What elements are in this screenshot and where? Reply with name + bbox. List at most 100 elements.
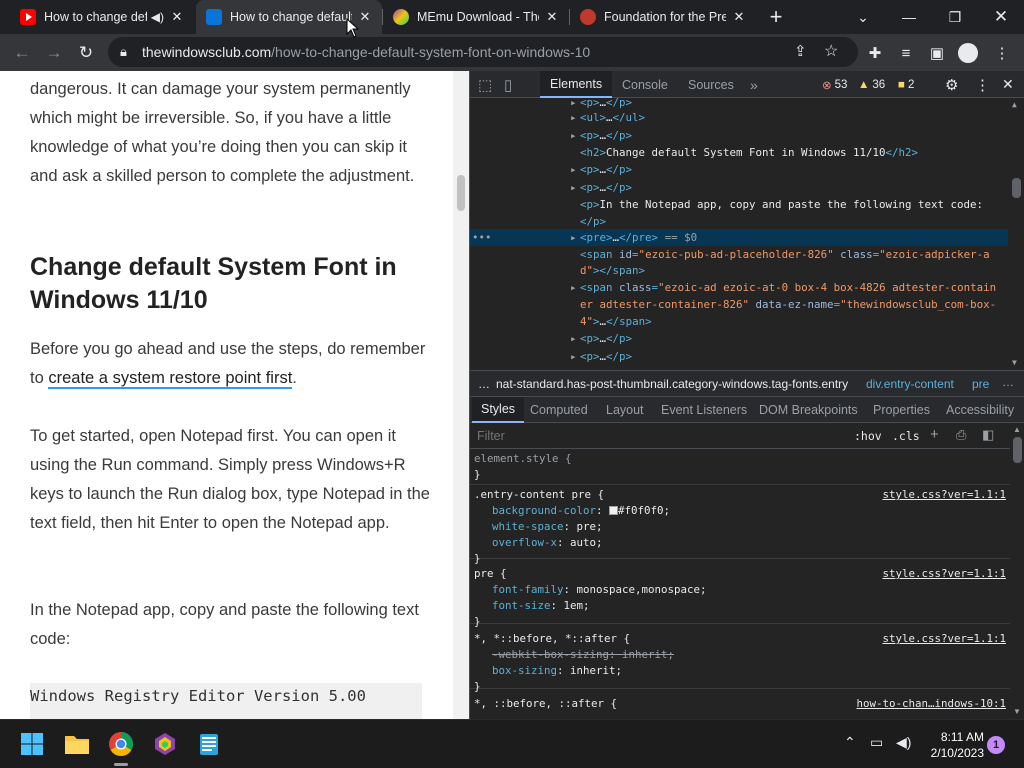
expand-triangle-icon[interactable]: ▸ [570, 109, 580, 126]
url-text[interactable]: thewindowsclub.com/how-to-change-default… [142, 44, 590, 60]
expand-triangle-icon[interactable]: ▸ [570, 348, 580, 365]
scroll-thumb[interactable] [1012, 178, 1021, 198]
dom-node[interactable]: ▸ <p>…</p> [570, 127, 632, 144]
volume-icon[interactable]: ◀) [896, 734, 911, 751]
toggle-sidebar-icon[interactable]: ◧ [982, 427, 994, 443]
dom-node-selected[interactable]: ▸ <pre>…</pre> == $0 [570, 229, 697, 246]
close-devtools-icon[interactable]: ✕ [1002, 71, 1014, 98]
network-icon[interactable]: ▭ [870, 734, 883, 751]
close-icon[interactable]: ✕ [732, 9, 746, 25]
dom-tree-scrollbar[interactable]: ▲ ▼ [1008, 98, 1024, 370]
forward-icon[interactable]: → [39, 38, 69, 68]
tab-event-listeners[interactable]: Event Listeners [661, 397, 747, 423]
dom-node[interactable]: ▸ <ul>…</ul> [570, 109, 645, 126]
expand-triangle-icon[interactable]: ▸ [570, 127, 580, 144]
issue-count[interactable]: ■ 2 [898, 76, 914, 93]
address-bar[interactable]: 🔒︎ thewindowsclub.com/how-to-change-defa… [108, 37, 858, 67]
profile-icon[interactable] [953, 38, 983, 68]
class-toggle[interactable]: .cls [892, 429, 920, 443]
rule-declaration[interactable]: background-color: #f0f0f0; [492, 503, 670, 519]
tab-search-icon[interactable]: ⌄ [840, 0, 886, 34]
close-icon[interactable]: ✕ [545, 9, 559, 25]
breadcrumb-item-selected[interactable]: pre [972, 377, 989, 391]
speaker-icon[interactable]: ◀) [151, 10, 164, 24]
dom-node[interactable]: ▸ <p>…</p> [570, 348, 632, 365]
devtools-menu-icon[interactable]: ⋮ [975, 71, 990, 98]
inspect-element-icon[interactable]: ⬚ [478, 71, 492, 98]
dom-node[interactable]: <h2>Change default System Font in Window… [580, 144, 918, 161]
tab-properties[interactable]: Properties [873, 397, 930, 423]
notification-badge[interactable]: 1 [987, 736, 1005, 754]
node-actions-ellipsis[interactable]: ••• [472, 229, 492, 246]
rule-selector[interactable]: .entry-content pre { [474, 487, 604, 503]
breadcrumb-overflow-icon[interactable]: … [1002, 375, 1014, 389]
hover-state-toggle[interactable]: :hov [854, 429, 882, 443]
rule-source-link[interactable]: style.css?ver=1.1:1 [882, 487, 1006, 503]
lock-icon[interactable]: 🔒︎ [120, 44, 127, 60]
side-panel-icon[interactable]: ▣ [922, 38, 952, 68]
close-icon[interactable]: ✕ [170, 9, 184, 25]
scroll-thumb[interactable] [457, 175, 465, 211]
rule-declaration-overridden[interactable]: -webkit-box-sizing: inherit; [492, 647, 674, 663]
tab-foundation[interactable]: Foundation for the Pre ✕ [570, 0, 756, 34]
media-controls-icon[interactable]: ≡ [891, 38, 921, 68]
menu-kebab-icon[interactable]: ⋮ [987, 38, 1017, 68]
start-button[interactable] [16, 728, 48, 760]
minimize-icon[interactable]: — [886, 0, 932, 34]
reload-icon[interactable]: ↻ [71, 38, 101, 68]
add-rule-icon[interactable]: + [930, 426, 939, 443]
tab-elements[interactable]: Elements [540, 71, 613, 98]
extensions-icon[interactable]: ✚ [860, 38, 890, 68]
dom-node[interactable]: ▸ <span class="ezoic-ad ezoic-at-0 box-4 … [570, 279, 996, 296]
expand-triangle-icon[interactable]: ▸ [570, 161, 580, 178]
bookmark-star-icon[interactable]: ☆ [824, 41, 838, 61]
notepad-app[interactable] [193, 728, 225, 760]
share-icon[interactable]: ⇪ [794, 42, 807, 60]
tab-styles[interactable]: Styles [472, 397, 525, 423]
scroll-down-icon[interactable]: ▼ [1012, 358, 1017, 367]
window-close-icon[interactable]: ✕ [978, 0, 1024, 34]
scroll-thumb[interactable] [1013, 437, 1022, 463]
rule-source-link[interactable]: how-to-chan…indows-10:1 [856, 696, 1006, 712]
rule-selector[interactable]: *, ::before, ::after { [474, 696, 617, 712]
rule-declaration[interactable]: box-sizing: inherit; [492, 663, 622, 679]
styles-scrollbar[interactable]: ▲ ▼ [1010, 423, 1024, 719]
device-toolbar-icon[interactable]: ▯ [504, 71, 512, 98]
rule-source-link[interactable]: style.css?ver=1.1:1 [882, 631, 1006, 647]
tab-memu[interactable]: MEmu Download - The ✕ [383, 0, 569, 34]
dom-node[interactable]: </p> [580, 213, 606, 230]
tab-console[interactable]: Console [622, 71, 668, 98]
dom-node[interactable]: ▸ <p>…</p> [570, 179, 632, 196]
scroll-up-icon[interactable]: ▲ [1012, 100, 1017, 109]
restore-icon[interactable]: ❐ [932, 0, 978, 34]
tab-accessibility[interactable]: Accessibility [946, 397, 1014, 423]
back-icon[interactable]: ← [7, 38, 37, 68]
close-icon[interactable]: ✕ [358, 9, 372, 25]
rule-declaration[interactable]: white-space: pre; [492, 519, 603, 535]
rule-declaration[interactable]: font-size: 1em; [492, 598, 590, 614]
color-swatch-icon[interactable] [609, 506, 619, 515]
new-tab-button[interactable]: + [754, 0, 798, 34]
settings-gear-icon[interactable]: ⚙ [945, 71, 958, 98]
expand-triangle-icon[interactable]: ▸ [570, 330, 580, 347]
rule-selector[interactable]: *, *::before, *::after { [474, 631, 630, 647]
page-scrollbar[interactable] [453, 71, 469, 719]
breadcrumb-item[interactable]: div.entry-content [866, 377, 954, 391]
scroll-up-icon[interactable]: ▲ [1013, 425, 1021, 434]
scroll-down-icon[interactable]: ▼ [1013, 707, 1021, 716]
rule-declaration[interactable]: overflow-x: auto; [492, 535, 603, 551]
dom-node[interactable]: d"></span> [580, 262, 645, 279]
chrome-app[interactable] [105, 728, 137, 766]
expand-triangle-icon[interactable]: ▸ [570, 179, 580, 196]
dom-node[interactable]: ▸ <p>…</p> [570, 330, 632, 347]
dom-node[interactable]: ▸ <p>…</p> [570, 161, 632, 178]
clock-time[interactable]: 8:11 AM [930, 730, 984, 744]
dom-node[interactable]: <span id="ezoic-pub-ad-placeholder-826" … [580, 246, 990, 263]
dom-node[interactable]: er adtester-container-826" data-ez-name=… [580, 296, 996, 313]
rule-selector[interactable]: pre { [474, 566, 507, 582]
expand-triangle-icon[interactable]: ▸ [570, 279, 580, 296]
tab-dom-breakpoints[interactable]: DOM Breakpoints [759, 397, 858, 423]
restore-point-link[interactable]: create a system restore point first [48, 369, 293, 389]
clock-date[interactable]: 2/10/2023 [920, 746, 984, 760]
filter-input[interactable] [474, 426, 844, 446]
